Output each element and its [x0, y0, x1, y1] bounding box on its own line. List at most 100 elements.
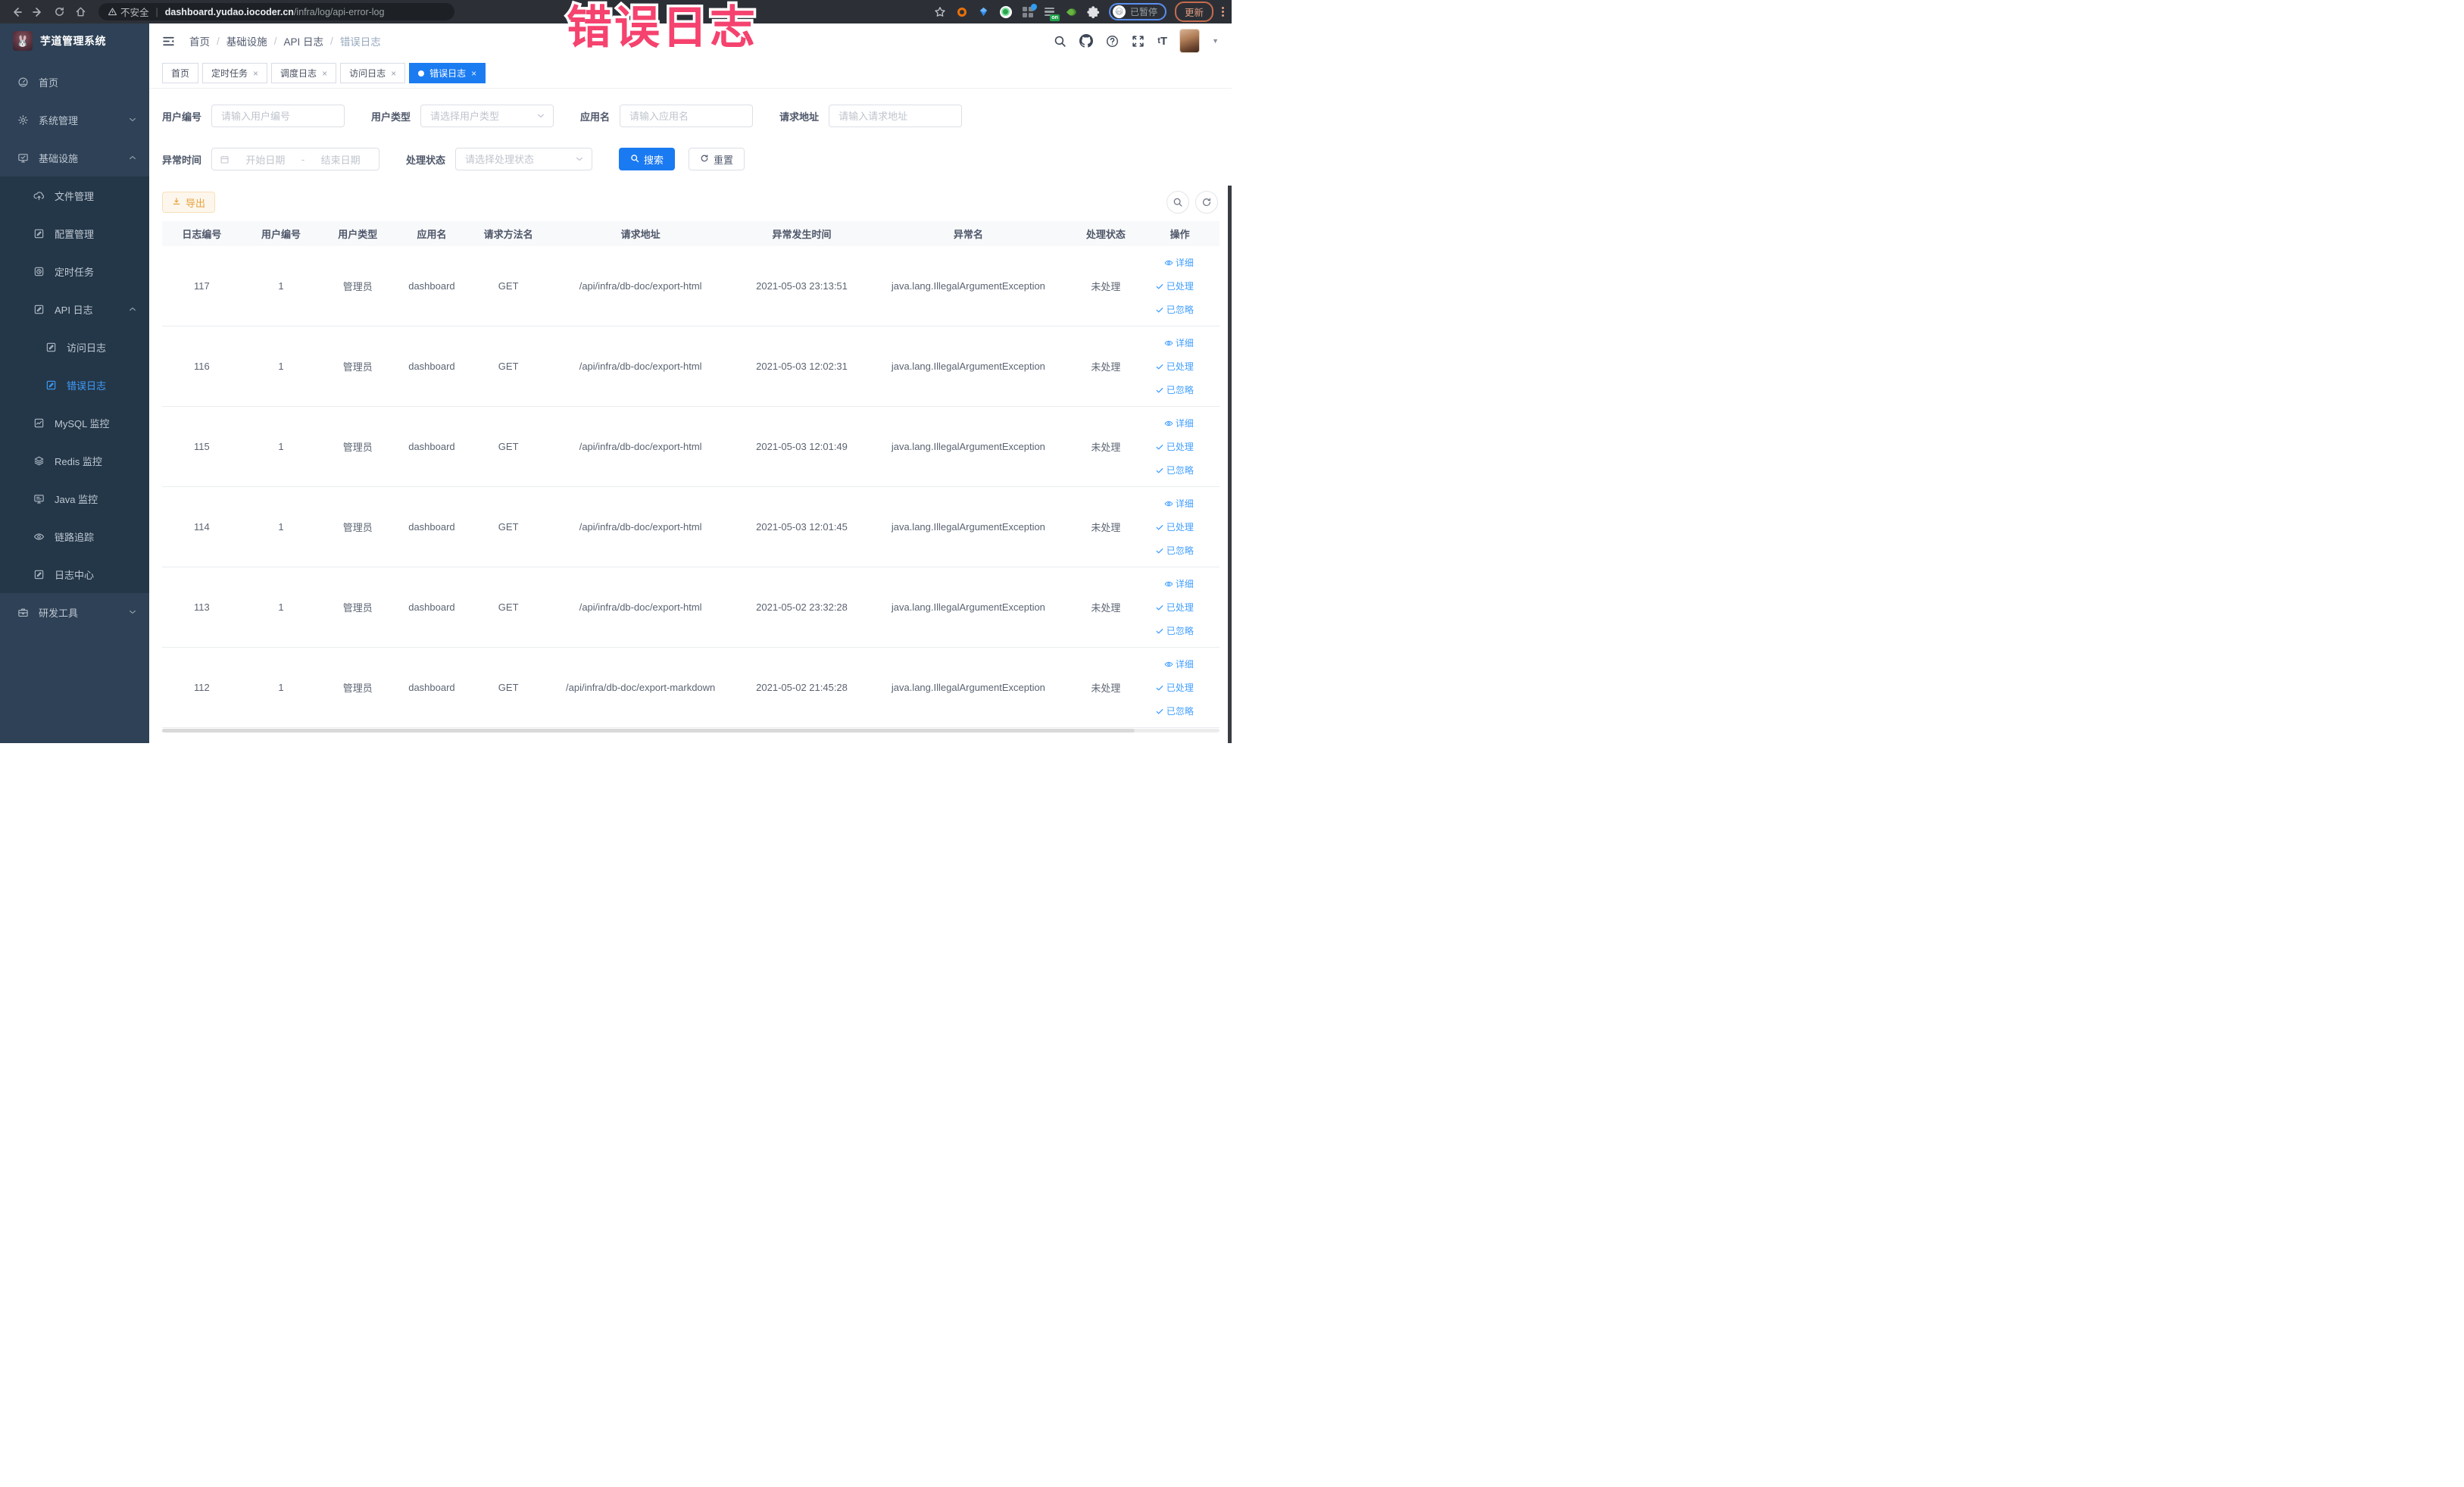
tab-job[interactable]: 定时任务 × [202, 63, 268, 83]
tab-error-log[interactable]: 错误日志 × [409, 63, 486, 83]
action-ignored-link[interactable]: 已忽略 [1155, 383, 1194, 396]
sidebar-item-label: 研发工具 [39, 607, 79, 619]
refresh-table-button[interactable] [1195, 191, 1218, 214]
action-detail-link[interactable]: 详细 [1164, 336, 1194, 349]
check-icon [1155, 442, 1164, 451]
extension-devtools-icon[interactable] [955, 5, 969, 19]
column-header-url: 请求地址 [620, 229, 661, 240]
action-detail-link[interactable]: 详细 [1164, 497, 1194, 510]
address-bar[interactable]: 不安全 | dashboard.yudao.iocoder.cn/infra/l… [98, 3, 454, 20]
app-logo[interactable]: 🐰 芋道管理系统 [0, 23, 149, 58]
sidebar-item-system[interactable]: 系统管理 [0, 101, 149, 139]
user-avatar[interactable] [1180, 30, 1200, 52]
chevron-down-icon [128, 115, 137, 124]
extension-green-icon[interactable] [999, 5, 1013, 19]
column-header-time: 异常发生时间 [772, 229, 832, 240]
extension-grid-icon[interactable] [1021, 2, 1038, 19]
help-icon[interactable] [1106, 35, 1119, 48]
action-processed-link[interactable]: 已处理 [1155, 360, 1194, 373]
close-icon[interactable]: × [471, 68, 476, 79]
reset-button[interactable]: 重置 [689, 148, 745, 170]
request-url-input[interactable] [829, 105, 963, 127]
tab-access-log[interactable]: 访问日志 × [340, 63, 406, 83]
sidebar-item-java[interactable]: Java 监控 [0, 480, 149, 517]
forward-icon[interactable] [29, 3, 47, 21]
breadcrumb-home[interactable]: 首页 [189, 33, 210, 48]
app-name-input[interactable] [620, 105, 754, 127]
table-header: 日志编号 用户编号 用户类型 应用名 请求方法名 请求地址 异常发生时间 异常名 处理状态 操作 [162, 221, 1220, 246]
action-ignored-link[interactable]: 已忽略 [1155, 464, 1194, 476]
menu-fold-icon[interactable] [162, 35, 175, 48]
cell-status: 未处理 [1091, 522, 1121, 533]
sidebar-item-mysql[interactable]: MySQL 监控 [0, 404, 149, 442]
action-ignored-link[interactable]: 已忽略 [1155, 544, 1194, 557]
security-warning-icon[interactable]: 不安全 [108, 5, 149, 19]
action-processed-link[interactable]: 已处理 [1155, 440, 1194, 453]
sidebar-item-access-log[interactable]: 访问日志 [0, 328, 149, 366]
fullscreen-icon[interactable] [1132, 35, 1145, 48]
browser-update-button[interactable]: 更新 [1174, 2, 1213, 22]
user-type-select[interactable] [420, 105, 554, 127]
sidebar-item-redis[interactable]: Redis 监控 [0, 442, 149, 480]
cell-user_id: 1 [278, 280, 284, 292]
search-button[interactable]: 搜索 [619, 148, 676, 170]
cell-method: GET [498, 601, 519, 613]
home-icon[interactable] [71, 3, 89, 21]
action-processed-link[interactable]: 已处理 [1155, 681, 1194, 694]
url-text: dashboard.yudao.iocoder.cn/infra/log/api… [164, 6, 385, 17]
action-detail-link[interactable]: 详细 [1164, 658, 1194, 670]
edit-icon [33, 304, 45, 315]
cell-url: /api/infra/db-doc/export-html [579, 280, 702, 292]
breadcrumb-api-log[interactable]: API 日志 [284, 33, 324, 48]
user-id-input[interactable] [211, 105, 345, 127]
sidebar-item-home[interactable]: 首页 [0, 63, 149, 101]
sidebar-item-error-log[interactable]: 错误日志 [0, 366, 149, 404]
close-icon[interactable]: × [391, 68, 396, 79]
sidebar-item-job[interactable]: 定时任务 [0, 252, 149, 290]
github-icon[interactable] [1079, 34, 1094, 48]
status-select[interactable] [455, 148, 593, 170]
action-detail-link[interactable]: 详细 [1164, 417, 1194, 430]
tab-home[interactable]: 首页 [162, 63, 199, 83]
sidebar-item-dev-tools[interactable]: 研发工具 [0, 593, 149, 631]
cell-url: /api/infra/db-doc/export-html [579, 521, 702, 533]
browser-menu-icon[interactable] [1222, 7, 1224, 17]
action-ignored-link[interactable]: 已忽略 [1155, 704, 1194, 717]
extension-leaf-icon[interactable] [1065, 5, 1079, 19]
close-icon[interactable]: × [322, 68, 327, 79]
exception-time-range-picker[interactable]: 开始日期 - 结束日期 [211, 148, 380, 170]
profile-paused-chip[interactable]: 😃 已暂停 [1108, 3, 1166, 20]
horizontal-scrollbar[interactable] [162, 729, 1220, 733]
sidebar-item-config[interactable]: 配置管理 [0, 214, 149, 252]
refresh-icon [700, 154, 709, 165]
action-detail-link[interactable]: 详细 [1164, 577, 1194, 590]
sidebar-item-file[interactable]: 文件管理 [0, 177, 149, 214]
extension-puzzle-icon[interactable] [1087, 5, 1101, 19]
close-icon[interactable]: × [253, 68, 258, 79]
bookmark-star-icon[interactable] [933, 5, 947, 19]
sidebar-item-infra[interactable]: 基础设施 [0, 139, 149, 177]
reload-icon[interactable] [50, 3, 68, 21]
action-processed-link[interactable]: 已处理 [1155, 280, 1194, 292]
action-ignored-link[interactable]: 已忽略 [1155, 303, 1194, 316]
back-icon[interactable] [8, 3, 26, 21]
search-icon[interactable] [1054, 35, 1066, 48]
vertical-scrollbar[interactable] [1228, 186, 1232, 743]
extension-list-icon[interactable]: on [1043, 5, 1060, 21]
sidebar-item-tracer[interactable]: 链路追踪 [0, 517, 149, 555]
action-processed-link[interactable]: 已处理 [1155, 520, 1194, 533]
action-detail-link[interactable]: 详细 [1164, 256, 1194, 269]
sidebar-item-label: Java 监控 [55, 493, 98, 505]
action-processed-link[interactable]: 已处理 [1155, 601, 1194, 614]
sidebar-item-api-log[interactable]: API 日志 [0, 290, 149, 328]
sidebar-item-label: 系统管理 [39, 114, 79, 127]
export-button[interactable]: 导出 [162, 192, 216, 213]
action-ignored-link[interactable]: 已忽略 [1155, 624, 1194, 637]
font-size-icon[interactable]: tT [1157, 35, 1167, 48]
extension-gem-icon[interactable] [977, 5, 991, 19]
sidebar-item-log-center[interactable]: 日志中心 [0, 555, 149, 593]
tab-job-log[interactable]: 调度日志 × [271, 63, 337, 83]
breadcrumb-infra[interactable]: 基础设施 [226, 33, 267, 48]
user-menu-caret-icon[interactable]: ▼ [1212, 37, 1219, 45]
toggle-search-button[interactable] [1166, 191, 1189, 214]
